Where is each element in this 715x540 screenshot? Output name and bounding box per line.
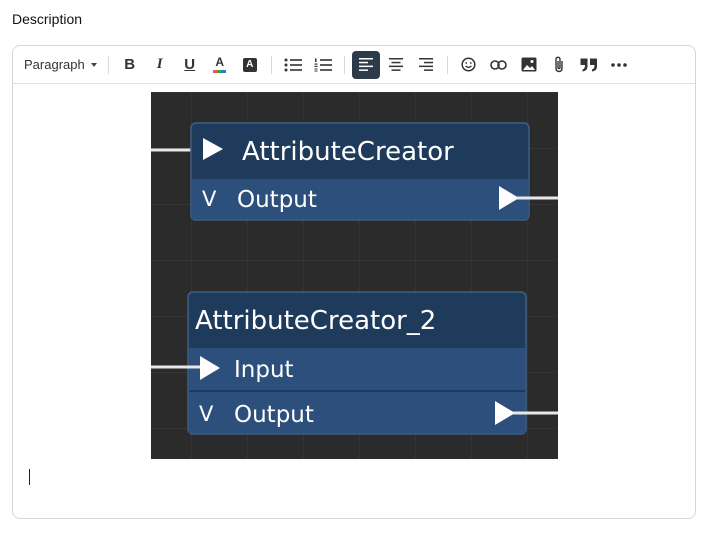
- bold-button[interactable]: B: [116, 51, 144, 79]
- block-format-value: Paragraph: [24, 57, 85, 72]
- highlight-color-icon: A: [242, 57, 257, 72]
- align-center-icon: [388, 58, 403, 71]
- link-icon: [490, 59, 508, 70]
- node-attribute-creator[interactable]: AttributeCreator V Output: [151, 122, 558, 221]
- block-format-dropdown[interactable]: Paragraph: [19, 51, 102, 79]
- image-icon: [521, 57, 537, 72]
- align-right-icon: [418, 58, 433, 71]
- bullet-list-icon: [284, 58, 302, 71]
- quote-icon: [580, 58, 597, 71]
- node-attribute-creator-2[interactable]: AttributeCreator_2 Input V Output: [151, 291, 558, 435]
- underline-icon: U: [184, 56, 196, 73]
- output-label: Output: [234, 402, 314, 428]
- editor-toolbar: Paragraph B I U A A: [13, 46, 695, 84]
- output-label: Output: [237, 187, 317, 213]
- editor-content[interactable]: AttributeCreator V Output AttributeCreat…: [13, 84, 695, 518]
- highlight-color-button[interactable]: A: [236, 51, 264, 79]
- node-title: AttributeCreator_2: [195, 306, 436, 336]
- align-center-button[interactable]: [382, 51, 410, 79]
- chevron-down-icon: [90, 63, 97, 67]
- toolbar-divider: [107, 55, 109, 74]
- emoji-icon: [461, 57, 476, 72]
- font-color-swatch: [213, 70, 227, 73]
- node-graph-image: AttributeCreator V Output AttributeCreat…: [151, 92, 558, 459]
- insert-image-button[interactable]: [515, 51, 543, 79]
- toolbar-divider: [343, 55, 345, 74]
- expand-glyph[interactable]: V: [202, 187, 217, 211]
- italic-icon: I: [156, 56, 163, 72]
- link-button[interactable]: [485, 51, 513, 79]
- toolbar-divider: [270, 55, 272, 74]
- attachment-button[interactable]: [545, 51, 573, 79]
- align-left-button[interactable]: [351, 50, 380, 79]
- font-color-icon: A: [213, 55, 227, 73]
- description-label: Description: [12, 11, 83, 27]
- expand-glyph[interactable]: V: [199, 402, 214, 426]
- rich-text-editor[interactable]: Paragraph B I U A A AttributeCreator V O…: [12, 45, 696, 519]
- italic-button[interactable]: I: [146, 51, 174, 79]
- text-cursor: [29, 469, 30, 485]
- input-label: Input: [234, 357, 294, 383]
- font-color-button[interactable]: A: [206, 51, 234, 79]
- toolbar-divider: [446, 55, 448, 74]
- numbered-list-icon: [314, 58, 332, 71]
- align-left-icon: [358, 58, 373, 71]
- align-right-button[interactable]: [412, 51, 440, 79]
- font-color-glyph: A: [215, 55, 225, 69]
- bold-icon: B: [124, 56, 136, 73]
- embedded-image[interactable]: AttributeCreator V Output AttributeCreat…: [151, 92, 558, 459]
- more-options-button[interactable]: [605, 51, 633, 79]
- blockquote-button[interactable]: [575, 51, 603, 79]
- attachment-icon: [555, 56, 563, 73]
- node-title: AttributeCreator: [242, 137, 454, 167]
- numbered-list-button[interactable]: [309, 51, 337, 79]
- emoji-button[interactable]: [455, 51, 483, 79]
- underline-button[interactable]: U: [176, 51, 204, 79]
- more-icon: [610, 62, 627, 67]
- bullet-list-button[interactable]: [279, 51, 307, 79]
